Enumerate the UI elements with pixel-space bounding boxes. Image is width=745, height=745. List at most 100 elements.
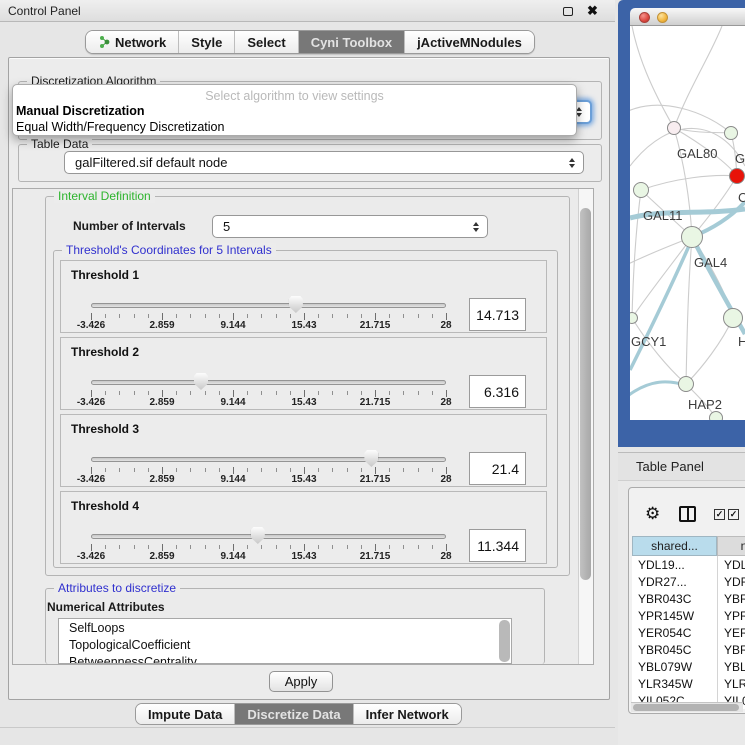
table-cell-shared-name[interactable]: YBL079W — [632, 658, 717, 675]
tick — [247, 391, 248, 395]
table-cell-name[interactable]: YBL0 — [718, 658, 745, 675]
tab-network[interactable]: Network — [86, 31, 179, 53]
table-cell-shared-name[interactable]: YBR045C — [632, 641, 717, 658]
network-node-gal4[interactable] — [681, 226, 703, 248]
table-cell-shared-name[interactable]: YBR043C — [632, 590, 717, 607]
num-intervals-value: 5 — [223, 219, 230, 234]
node-label: GA — [735, 151, 745, 166]
popup-option-equal-width[interactable]: Equal Width/Frequency Discretization — [16, 120, 224, 134]
tick-label: 21.715 — [360, 551, 391, 562]
tab-style[interactable]: Style — [179, 31, 235, 53]
close-icon[interactable]: ✖ — [587, 3, 598, 19]
zoom-traffic-icon[interactable] — [675, 12, 686, 23]
minimize-traffic-icon[interactable] — [657, 12, 668, 23]
tick — [418, 545, 419, 549]
tick — [290, 545, 291, 549]
table-data-combobox[interactable]: galFiltered.sif default node — [64, 151, 584, 174]
network-node-ga[interactable] — [724, 126, 738, 140]
table-cell-name[interactable]: YLR3 — [718, 675, 745, 692]
combo-arrows-icon — [473, 222, 479, 232]
table-cell-name[interactable]: YER0 — [718, 624, 745, 641]
tab-discretize-data[interactable]: Discretize Data — [235, 704, 353, 724]
table-panel-title: Table Panel — [636, 459, 704, 474]
slider-thumb[interactable] — [251, 527, 265, 544]
threshold-panel-2: Threshold 2-3.4262.8599.14415.4321.71528… — [60, 337, 547, 410]
slider-track[interactable] — [91, 534, 446, 539]
tick-label: -3.426 — [77, 474, 105, 485]
tab-infer-network[interactable]: Infer Network — [354, 704, 461, 724]
close-traffic-icon[interactable] — [639, 12, 650, 23]
slider-track[interactable] — [91, 457, 446, 462]
list-item[interactable]: BetweennessCentrality — [59, 653, 511, 664]
table-cell-name[interactable]: YBR0 — [718, 590, 745, 607]
tick-label: 28 — [440, 551, 451, 562]
gear-icon[interactable]: ⚙ — [645, 504, 660, 524]
slider-thumb[interactable] — [194, 373, 208, 390]
split-panel-icon[interactable] — [679, 506, 696, 522]
table-cell-name[interactable]: YDL1 — [718, 556, 745, 573]
tab-select[interactable]: Select — [235, 31, 298, 53]
network-node-gal11[interactable] — [633, 182, 649, 198]
list-item[interactable]: TopologicalCoefficient — [59, 636, 511, 653]
network-node-h[interactable] — [723, 308, 743, 328]
tick — [261, 468, 262, 472]
tab-label: jActiveMNodules — [417, 35, 522, 50]
threshold-value-field[interactable]: 21.4 — [469, 452, 526, 485]
num-intervals-combobox[interactable]: 5 — [212, 215, 488, 238]
float-window-icon[interactable] — [563, 7, 573, 16]
table-cell-shared-name[interactable]: YDL19... — [632, 556, 717, 573]
tick-label: -3.426 — [77, 320, 105, 331]
table-cell-name[interactable]: YDR2 — [718, 573, 745, 590]
tick — [162, 467, 163, 474]
slider-track[interactable] — [91, 380, 446, 385]
table-cell-shared-name[interactable]: YER054C — [632, 624, 717, 641]
threshold-value-field[interactable]: 11.344 — [469, 529, 526, 562]
network-node-gal80[interactable] — [667, 121, 681, 135]
column-header-name[interactable]: na — [717, 536, 745, 556]
threshold-value-field[interactable]: 14.713 — [469, 298, 526, 331]
vertical-scrollbar-thumb[interactable] — [580, 208, 591, 580]
horizontal-scrollbar-thumb[interactable] — [633, 704, 739, 711]
checkbox-icon[interactable]: ✓ — [714, 509, 725, 520]
tick — [190, 391, 191, 395]
threshold-value-field[interactable]: 6.316 — [469, 375, 526, 408]
popup-option-manual[interactable]: Manual Discretization — [16, 104, 145, 118]
table-cell-shared-name[interactable]: YLR345W — [632, 675, 717, 692]
network-node-hap2[interactable] — [678, 376, 694, 392]
slider-track[interactable] — [91, 303, 446, 308]
slider-thumb[interactable] — [364, 450, 378, 467]
interval-definition-title: Interval Definition — [54, 189, 155, 203]
threshold-label: Threshold 2 — [71, 345, 139, 359]
tick — [418, 468, 419, 472]
network-node[interactable] — [709, 411, 723, 420]
tick — [446, 544, 447, 551]
control-panel-title: Control Panel — [8, 4, 81, 18]
table-cell-name[interactable]: YPR1 — [718, 607, 745, 624]
network-node-c[interactable] — [729, 168, 745, 184]
numerical-attributes-list[interactable]: SelfLoopsTopologicalCoefficientBetweenne… — [58, 618, 512, 664]
list-item[interactable]: SelfLoops — [59, 619, 511, 636]
threshold-panel-4: Threshold 4-3.4262.8599.14415.4321.71528… — [60, 491, 547, 564]
tick-label: -3.426 — [77, 397, 105, 408]
network-window-titlebar[interactable] — [630, 8, 745, 26]
tick — [162, 313, 163, 320]
checkbox-icon[interactable]: ✓ — [728, 509, 739, 520]
tab-jactivemnodules[interactable]: jActiveMNodules — [405, 31, 534, 53]
tab-cyni-toolbox[interactable]: Cyni Toolbox — [299, 31, 405, 53]
tick-label: 15.43 — [291, 397, 316, 408]
network-canvas[interactable]: GAL80GACGAL11GAL4GCY1HHAP2 — [630, 26, 745, 420]
attributes-scrollbar-thumb[interactable] — [499, 620, 510, 662]
table-cell-shared-name[interactable]: YDR27... — [632, 573, 717, 590]
column-header-shared-name[interactable]: shared... — [632, 536, 717, 556]
tick — [418, 314, 419, 318]
thresholds-group-title: Threshold's Coordinates for 5 Intervals — [62, 243, 276, 257]
tab-label: Network — [115, 35, 166, 50]
tab-impute-data[interactable]: Impute Data — [136, 704, 235, 724]
tick — [190, 545, 191, 549]
tick-label: 15.43 — [291, 551, 316, 562]
apply-button[interactable]: Apply — [269, 671, 333, 692]
slider-thumb[interactable] — [289, 296, 303, 313]
table-cell-shared-name[interactable]: YPR145W — [632, 607, 717, 624]
tick — [432, 391, 433, 395]
table-cell-name[interactable]: YBR0 — [718, 641, 745, 658]
